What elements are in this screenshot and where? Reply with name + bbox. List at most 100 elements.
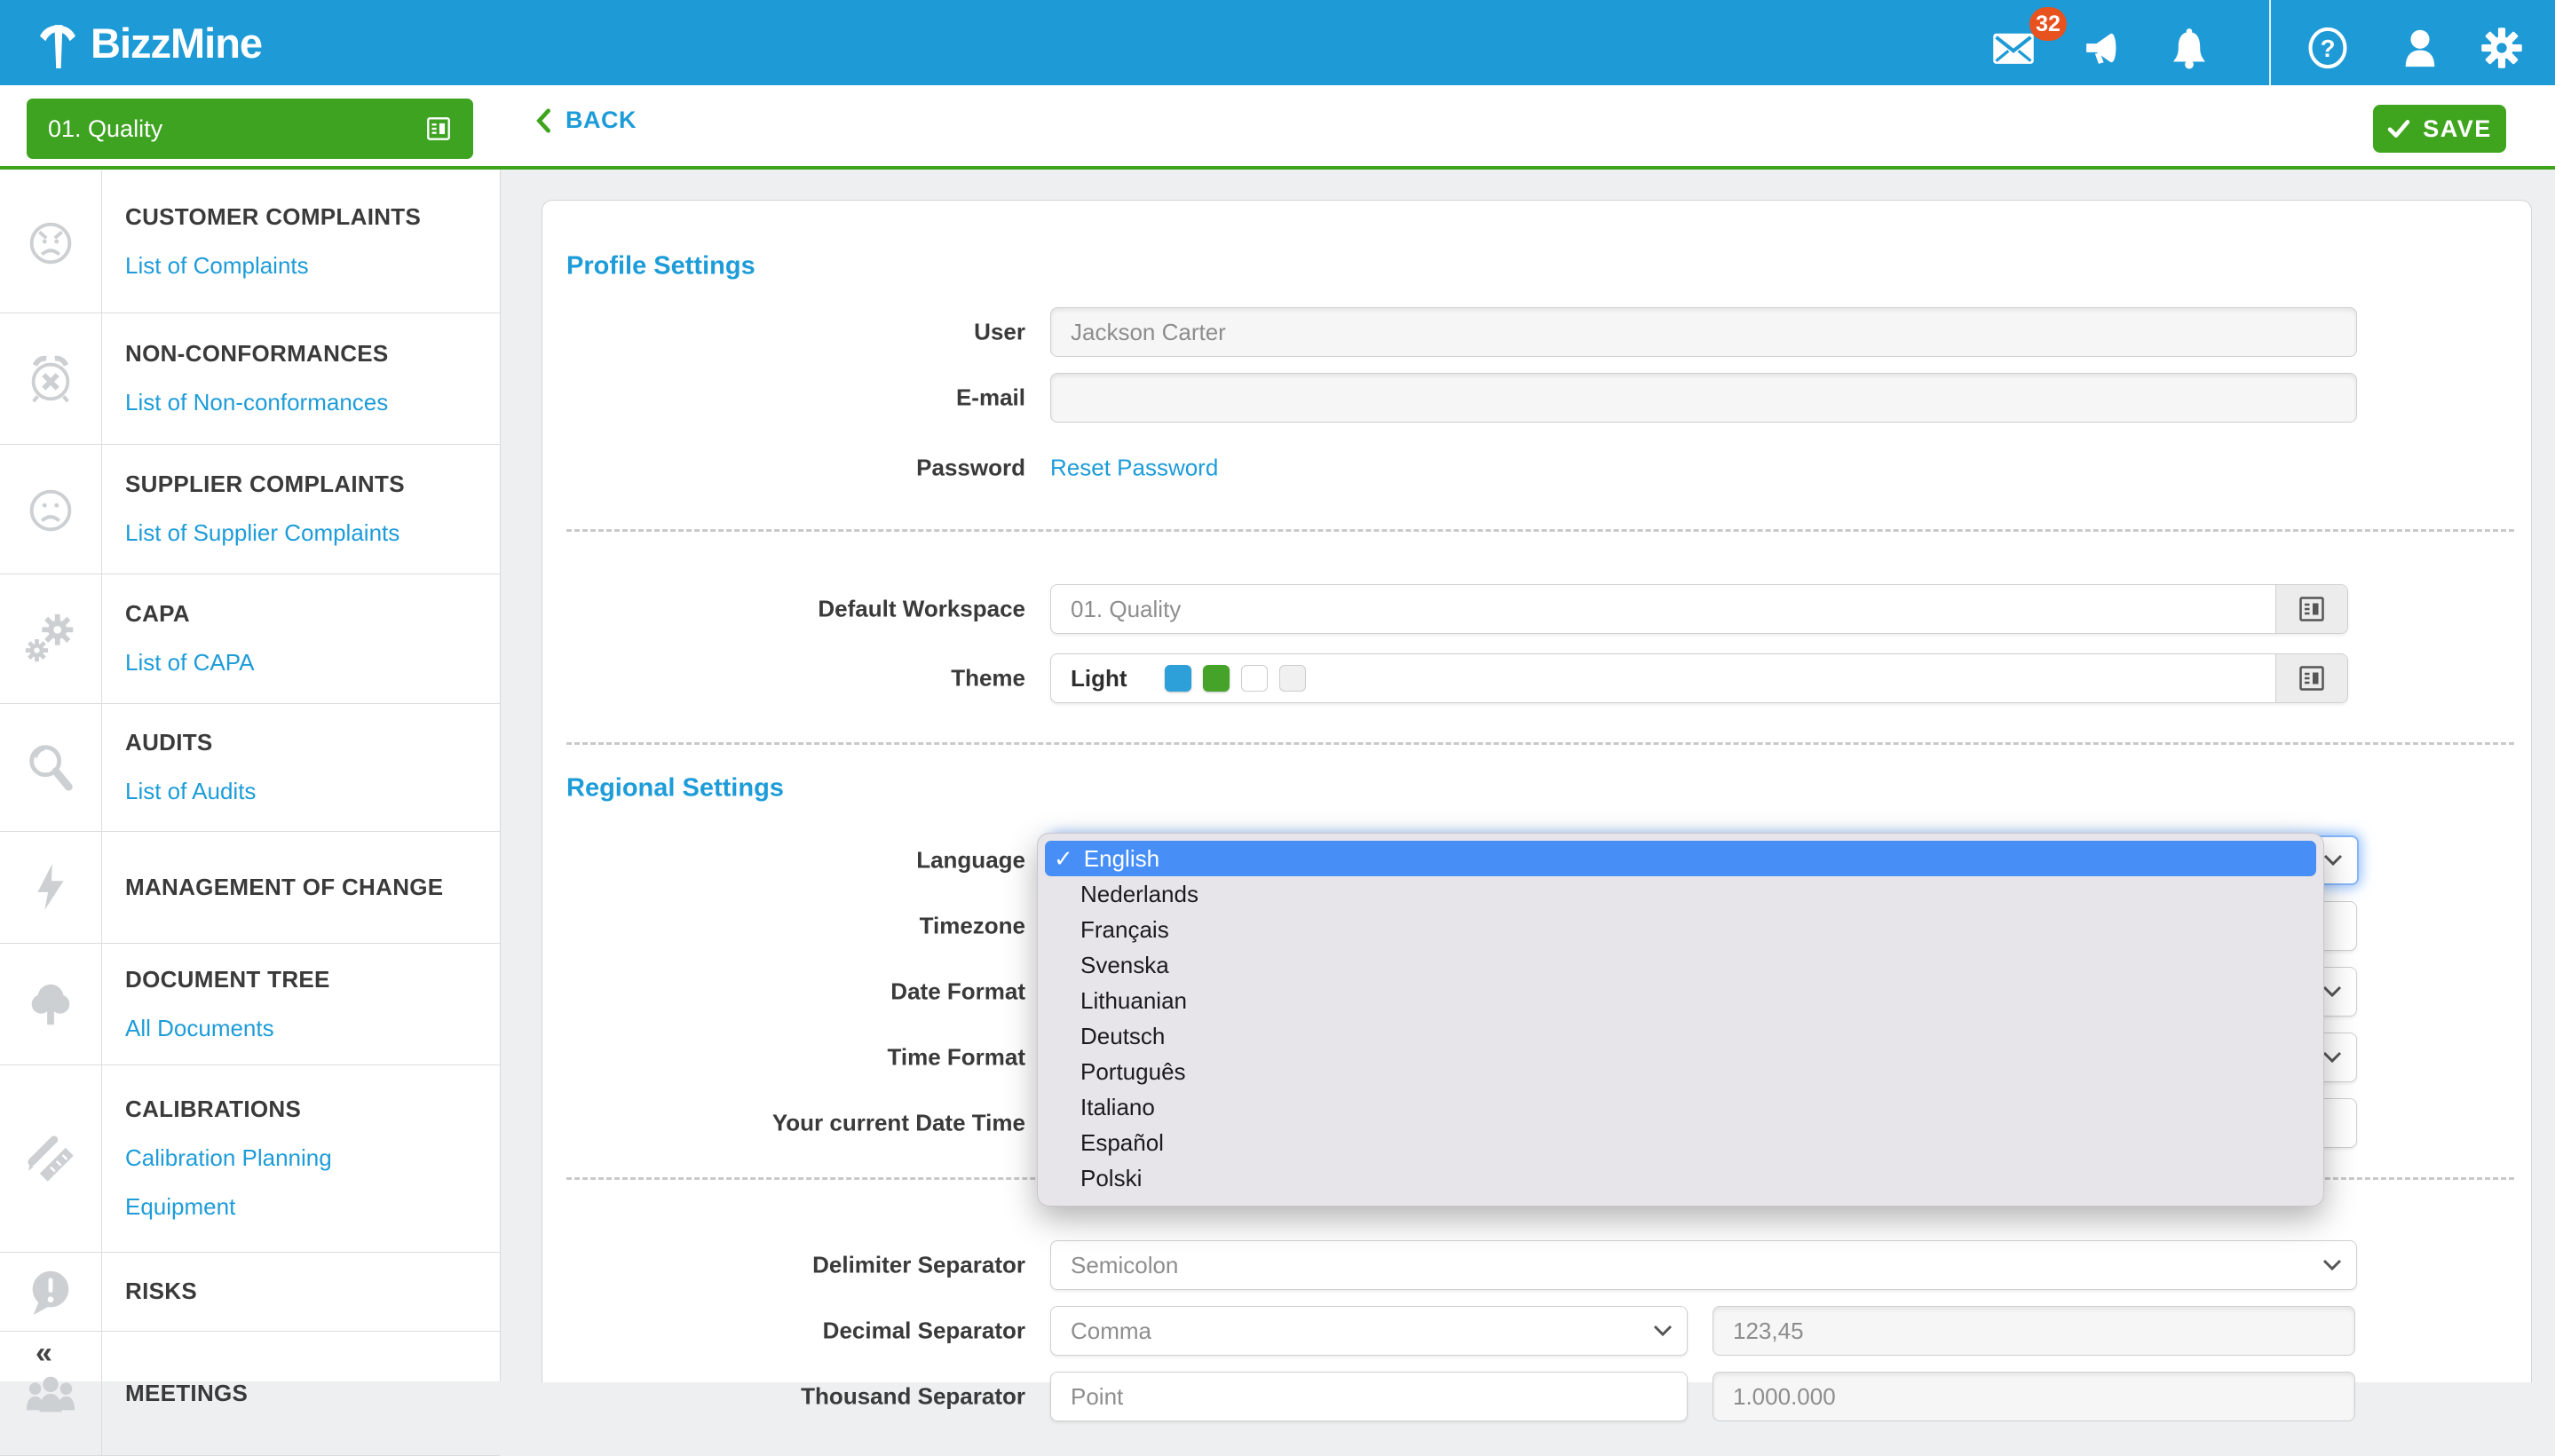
sidebar-icon-column — [0, 703, 102, 831]
theme-swatch-white[interactable] — [1240, 665, 1268, 692]
save-button[interactable]: SAVE — [2373, 105, 2506, 153]
selected-check-icon: ✓ — [1054, 844, 1073, 872]
alarm-x-icon — [23, 351, 78, 406]
section-separator — [566, 742, 2514, 745]
user-label: User — [974, 318, 1025, 345]
email-input[interactable] — [1050, 373, 2357, 423]
ruler-pencil-icon — [23, 1131, 78, 1186]
sidebar-section-customer-complaints: CUSTOMER COMPLAINTS List of Complaints — [0, 170, 500, 313]
sidebar-section-risks: RISKS — [0, 1252, 500, 1332]
user-icon[interactable] — [2397, 25, 2443, 71]
sidebar-section-document-tree: DOCUMENT TREE All Documents — [0, 943, 500, 1065]
language-dropdown-popup: ✓ English Nederlands Français Svenska Lithuan… — [1037, 833, 2324, 1207]
language-option-label: Italiano — [1080, 1093, 1155, 1120]
language-option-english[interactable]: ✓ English — [1045, 841, 2316, 876]
theme-swatch-green[interactable] — [1202, 665, 1230, 692]
language-option-fran-ais[interactable]: Français — [1038, 912, 2323, 947]
mail-icon[interactable] — [1990, 25, 2037, 71]
back-button[interactable]: BACK — [534, 107, 637, 134]
back-label: BACK — [566, 107, 637, 133]
sidebar-icon-column: « — [0, 1331, 102, 1455]
delimiter-separator-select[interactable]: Semicolon — [1050, 1240, 2357, 1290]
sidebar-link-calibration-planning[interactable]: Calibration Planning — [125, 1144, 500, 1172]
language-option-label: Svenska — [1080, 951, 1169, 978]
decimal-example-input: 123,45 — [1713, 1306, 2355, 1356]
workspace-grid-icon — [425, 115, 452, 142]
reset-password-link[interactable]: Reset Password — [1050, 455, 1218, 482]
sidebar-link-list-of-non-conformances[interactable]: List of Non-conformances — [125, 389, 500, 416]
thousand-example-value: 1.000.000 — [1733, 1382, 1836, 1410]
thousand-example-input: 1.000.000 — [1713, 1372, 2355, 1421]
sidebar-section-title: CALIBRATIONS — [125, 1096, 302, 1122]
sidebar-link-list-of-audits[interactable]: List of Audits — [125, 778, 500, 805]
help-icon[interactable]: ? — [2305, 25, 2351, 71]
megaphone-icon[interactable] — [2079, 25, 2125, 71]
chevron-down-icon — [2322, 985, 2342, 998]
sidebar-icon-column — [0, 444, 102, 574]
thousand-separator-select[interactable]: Point — [1050, 1372, 1688, 1421]
thousand-separator-value: Point — [1071, 1382, 1124, 1410]
save-label: SAVE — [2423, 115, 2492, 142]
chevron-down-icon — [2323, 854, 2343, 866]
language-option-lithuanian[interactable]: Lithuanian — [1038, 983, 2323, 1018]
sidebar-section-capa: CAPA List of CAPA — [0, 574, 500, 704]
sidebar-icon-column — [0, 574, 102, 703]
sidebar-icon-column — [0, 1064, 102, 1252]
decimal-separator-select[interactable]: Comma — [1050, 1306, 1688, 1356]
sidebar-icon-column — [0, 831, 102, 943]
sidebar-section-meetings: « MEETINGS — [0, 1331, 500, 1456]
theme-label: Theme — [951, 664, 1025, 692]
language-option-svenska[interactable]: Svenska — [1038, 947, 2323, 983]
password-label: Password — [916, 454, 1025, 481]
sidebar-section-title: RISKS — [125, 1278, 197, 1304]
sidebar-section-title: NON-CONFORMANCES — [125, 340, 389, 367]
sidebar-section-title: SUPPLIER COMPLAINTS — [125, 471, 405, 497]
sidebar-link-all-documents[interactable]: All Documents — [125, 1015, 500, 1042]
regional-settings-heading: Regional Settings — [566, 773, 784, 803]
language-option-portugu-s[interactable]: Português — [1038, 1054, 2323, 1089]
sidebar-link-list-of-supplier-complaints[interactable]: List of Supplier Complaints — [125, 519, 500, 547]
theme-swatch-blue[interactable] — [1164, 665, 1191, 692]
mail-badge: 32 — [2029, 7, 2067, 41]
theme-value: Light — [1071, 664, 1127, 692]
sidebar-link-equipment[interactable]: Equipment — [125, 1193, 500, 1221]
svg-text:?: ? — [2321, 35, 2336, 62]
sidebar-section-title: CUSTOMER COMPLAINTS — [125, 203, 422, 230]
date-format-label: Date Format — [890, 977, 1025, 1005]
app-logo[interactable]: BizzMine — [32, 0, 263, 85]
thousand-separator-label: Thousand Separator — [801, 1382, 1025, 1410]
sidebar-link-list-of-complaints[interactable]: List of Complaints — [125, 252, 500, 280]
chevron-down-icon — [2322, 1259, 2342, 1271]
sidebar-link-list-of-capa[interactable]: List of CAPA — [125, 649, 500, 677]
sidebar: 01. Quality CUSTOMER COMPLAINTS List of C… — [0, 85, 501, 1456]
language-option-nederlands[interactable]: Nederlands — [1038, 876, 2323, 912]
language-option-espa-ol[interactable]: Español — [1038, 1125, 2323, 1160]
theme-swatch-gray[interactable] — [1278, 665, 1306, 692]
language-option-italiano[interactable]: Italiano — [1038, 1089, 2323, 1125]
language-option-deutsch[interactable]: Deutsch — [1038, 1018, 2323, 1054]
default-workspace-field[interactable]: 01. Quality — [1050, 584, 2348, 634]
user-input[interactable]: Jackson Carter — [1050, 307, 2357, 357]
theme-picker-button[interactable] — [2275, 654, 2347, 702]
theme-field[interactable]: Light — [1050, 653, 2348, 703]
workspace-name: 01. Quality — [48, 115, 163, 142]
pickaxe-logo-icon — [32, 9, 83, 76]
sidebar-collapse-button[interactable]: « — [36, 1338, 52, 1368]
chevron-down-icon — [2322, 1051, 2342, 1064]
language-label: Language — [916, 846, 1025, 874]
workspace-selector-button[interactable]: 01. Quality — [27, 99, 473, 159]
chevron-left-icon — [534, 107, 553, 134]
sidebar-section-title: AUDITS — [125, 729, 213, 756]
language-option-polski[interactable]: Polski — [1038, 1160, 2323, 1196]
time-format-label: Time Format — [887, 1043, 1025, 1071]
sidebar-section-audits: AUDITS List of Audits — [0, 703, 500, 832]
decimal-separator-label: Decimal Separator — [822, 1317, 1025, 1344]
bell-icon[interactable] — [2166, 25, 2212, 71]
gears-icon — [23, 611, 78, 666]
workspace-picker-button[interactable] — [2275, 585, 2347, 633]
gear-icon[interactable] — [2479, 25, 2525, 71]
language-option-label: Polski — [1080, 1164, 1143, 1191]
sidebar-section-title: DOCUMENT TREE — [125, 965, 330, 993]
delimiter-separator-value: Semicolon — [1071, 1251, 1179, 1278]
sidebar-icon-column — [0, 1252, 102, 1331]
